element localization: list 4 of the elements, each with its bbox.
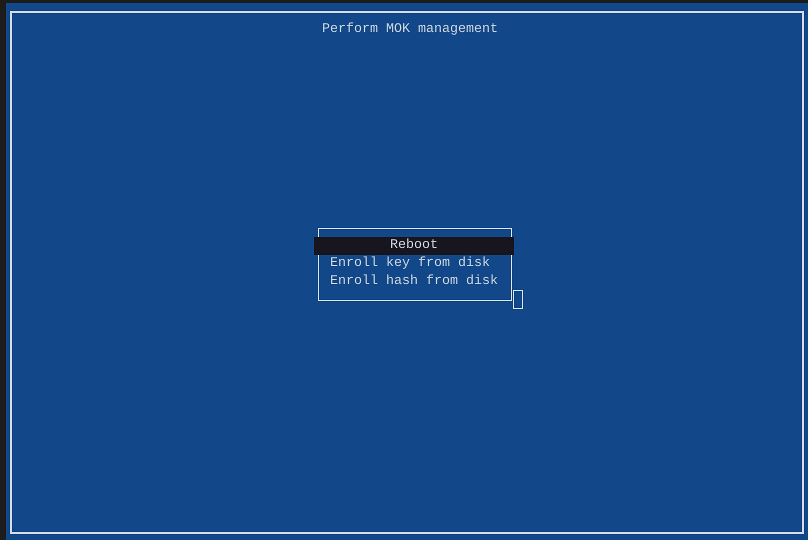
- screen-title: Perform MOK management: [321, 21, 499, 39]
- menu-item[interactable]: Enroll key from disk: [314, 255, 514, 273]
- menu-item[interactable]: Reboot: [314, 237, 514, 255]
- menu-item[interactable]: Enroll hash from disk: [314, 273, 514, 291]
